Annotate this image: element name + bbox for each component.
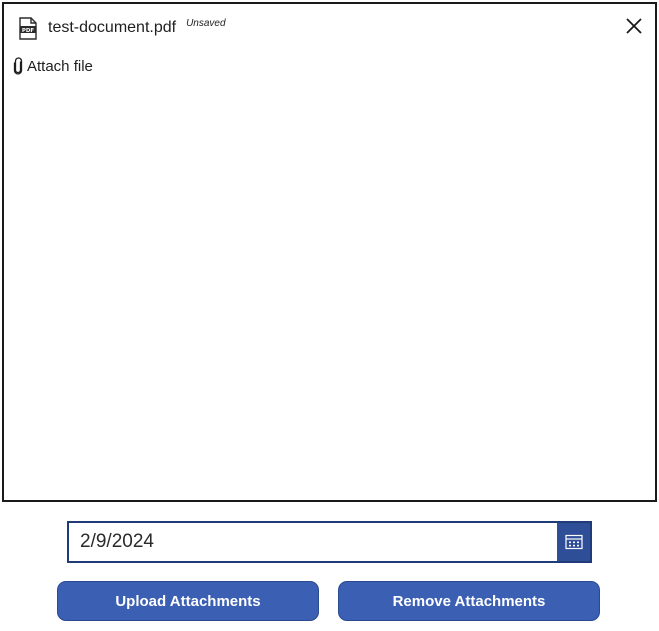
close-icon [626,18,642,34]
date-input[interactable] [69,523,539,561]
attach-file-button[interactable]: Attach file [12,56,93,76]
paperclip-icon [12,57,24,75]
upload-attachments-button[interactable]: Upload Attachments [57,581,319,621]
attachment-item[interactable]: PDF test-document.pdf Unsaved [18,16,226,40]
calendar-icon [564,534,583,550]
remove-attachments-button[interactable]: Remove Attachments [338,581,600,621]
svg-text:PDF: PDF [22,28,35,34]
pdf-file-icon: PDF [18,16,38,40]
attachment-file-name[interactable]: test-document.pdf [48,18,176,38]
attachments-control: PDF test-document.pdf Unsaved Attach fil… [2,2,657,502]
date-picker [67,521,592,563]
attach-file-label: Attach file [27,57,93,75]
unsaved-status: Unsaved [186,17,226,29]
remove-attachment-button[interactable] [623,15,645,37]
calendar-button[interactable] [557,523,590,561]
